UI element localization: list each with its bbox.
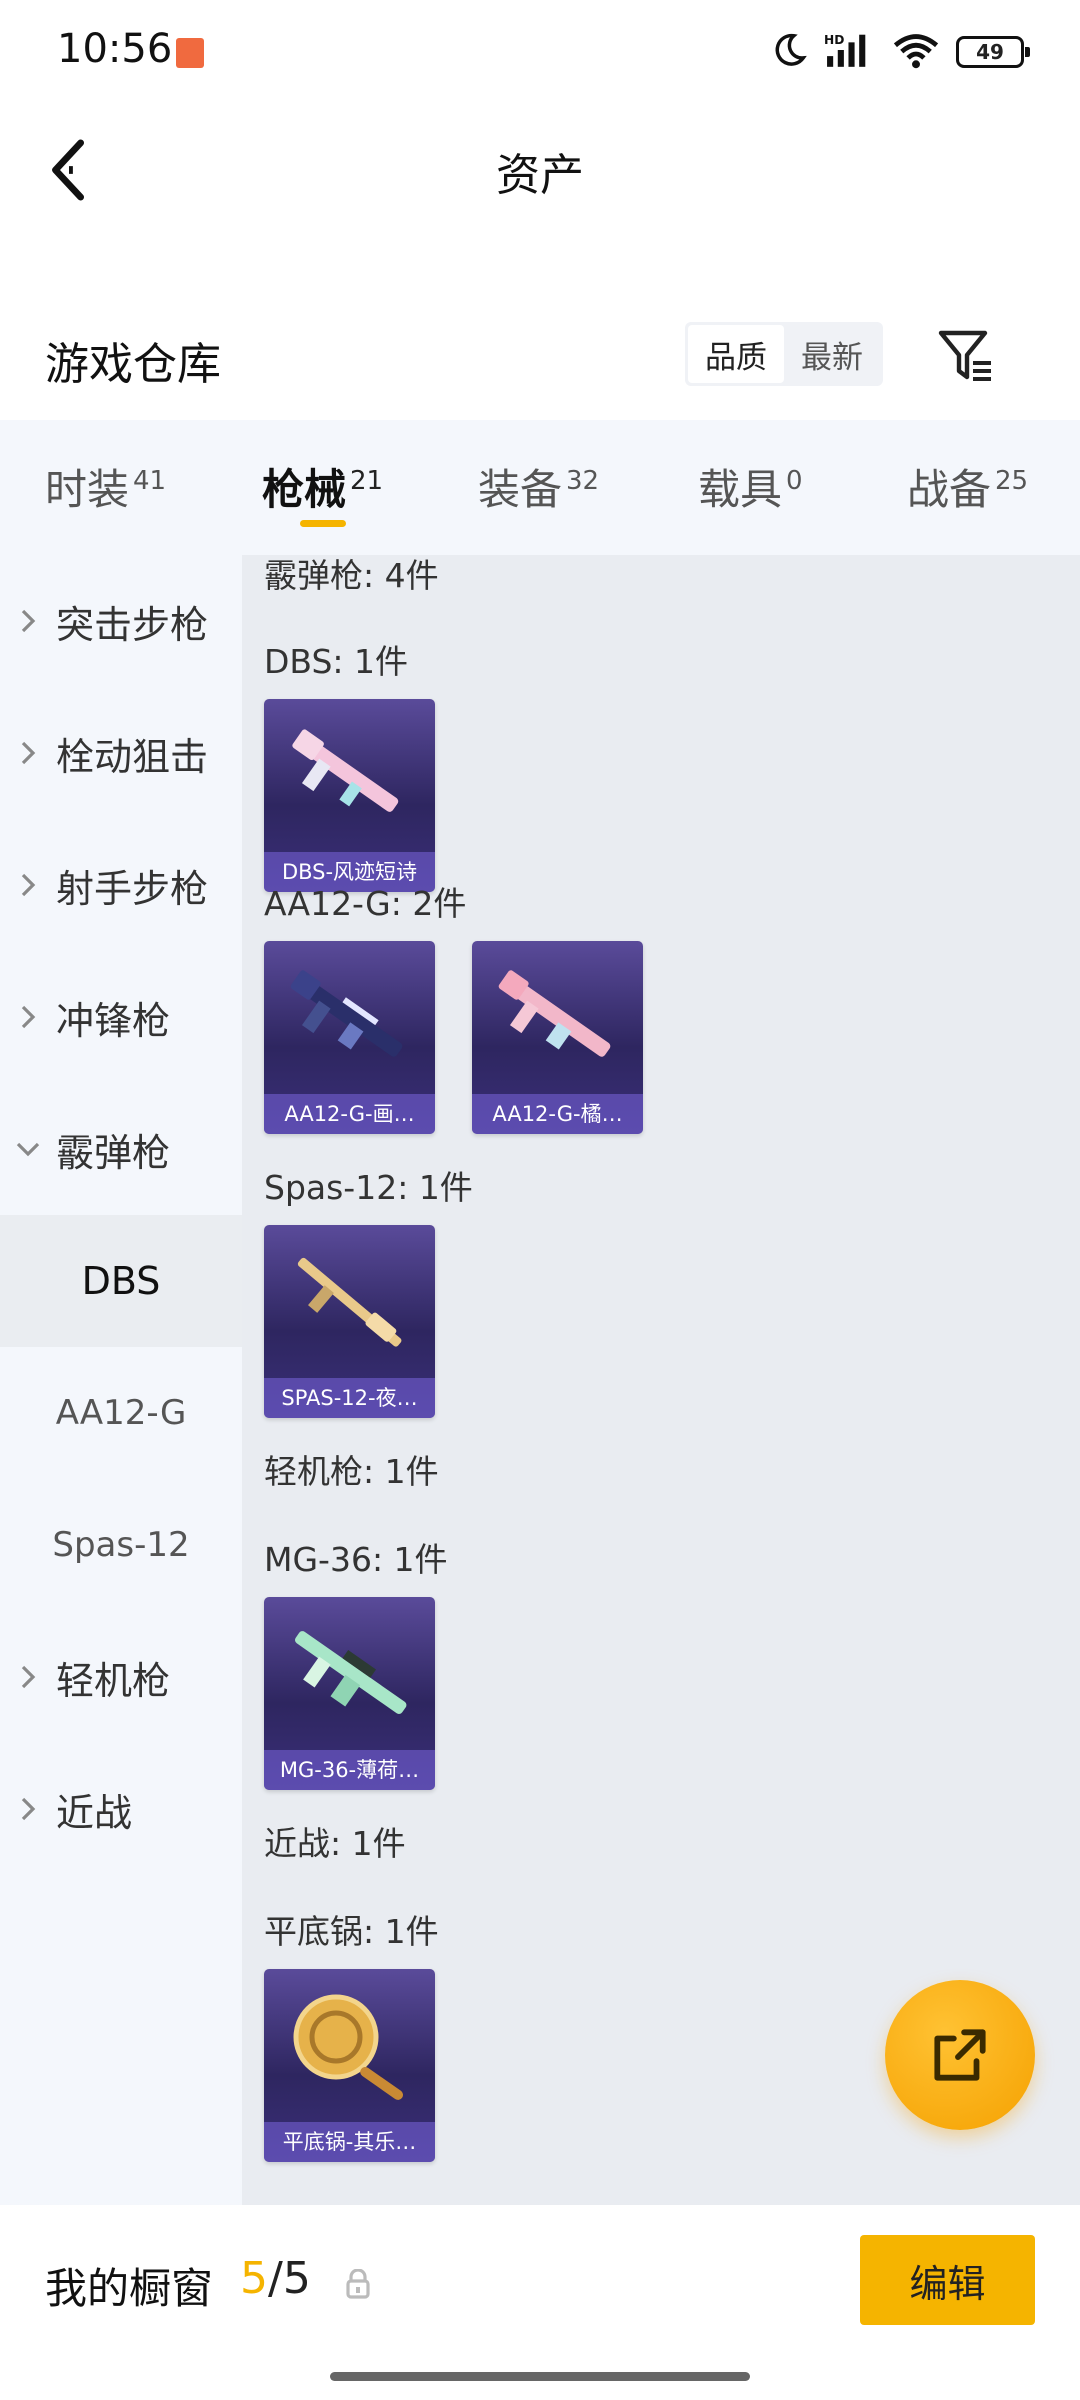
- item-card[interactable]: AA12-G-画…: [264, 941, 435, 1134]
- shotgun-icon: [498, 970, 611, 1057]
- item-grid: 霰弹枪: 4件 DBS: 1件 DBS-风迹短诗 AA12-G: 2件 AA12…: [242, 555, 1080, 2205]
- tab-equipment[interactable]: 装备 32: [478, 456, 599, 517]
- sidebar-item-smg[interactable]: 冲锋枪: [0, 951, 242, 1083]
- group-header-melee: 近战: 1件: [264, 1824, 406, 1863]
- sidebar-item-shotgun[interactable]: 霰弹枪: [0, 1083, 242, 1215]
- sidebar-item-marksman-rifle[interactable]: 射手步枪: [0, 819, 242, 951]
- sidebar-item-label: 冲锋枪: [56, 998, 171, 1043]
- status-icons: HD 49: [770, 30, 1030, 74]
- share-button[interactable]: [885, 1980, 1035, 2130]
- tab-count: 41: [133, 466, 167, 496]
- tab-label: 装备: [478, 465, 563, 514]
- warehouse-title: 游戏仓库: [45, 339, 221, 390]
- item-card[interactable]: AA12-G-橘…: [472, 941, 643, 1134]
- chevron-right-icon: [0, 872, 56, 898]
- sidebar-subitem-dbs[interactable]: DBS: [0, 1215, 242, 1347]
- group-header-lmg: 轻机枪: 1件: [264, 1452, 439, 1491]
- sidebar-item-assault-rifle[interactable]: 突击步枪: [0, 555, 242, 687]
- showcase-count-total: 5: [282, 2253, 311, 2304]
- sidebar-item-label: 霰弹枪: [56, 1130, 171, 1175]
- chevron-right-icon: [0, 740, 56, 766]
- item-card[interactable]: 平底锅-其乐…: [264, 1969, 435, 2162]
- sidebar-item-label: 突击步枪: [56, 602, 209, 647]
- showcase-count-current: 5: [240, 2253, 268, 2304]
- app-header: 资产: [0, 105, 1080, 235]
- status-bar: 10:56 HD 49: [0, 0, 1080, 105]
- sidebar-item-bolt-sniper[interactable]: 栓动狙击: [0, 687, 242, 819]
- tab-label: 枪械: [262, 465, 347, 514]
- machine-gun-icon: [295, 1631, 407, 1714]
- sidebar-item-label: 射手步枪: [56, 866, 209, 911]
- chevron-right-icon: [0, 1004, 56, 1030]
- tab-outfits[interactable]: 时装 41: [45, 456, 166, 517]
- tab-count: 21: [350, 466, 384, 496]
- chevron-down-icon: [0, 1141, 56, 1157]
- page-title: 资产: [496, 150, 584, 201]
- wifi-icon: [892, 31, 940, 73]
- sidebar-item-melee[interactable]: 近战: [0, 1743, 242, 1875]
- active-tab-indicator: [300, 520, 346, 527]
- sidebar-item-label: 栓动狙击: [56, 734, 209, 779]
- frying-pan-icon: [293, 1994, 403, 2100]
- tab-combat-gear[interactable]: 战备 25: [907, 456, 1028, 517]
- showcase-count-separator: /: [268, 2253, 283, 2304]
- filter-icon: [938, 330, 991, 381]
- showcase-bar: 我的橱窗 5/5 编辑: [0, 2205, 1080, 2400]
- item-card[interactable]: SPAS-12-夜…: [264, 1225, 435, 1418]
- tab-vehicles[interactable]: 载具 0: [698, 456, 803, 517]
- lock-icon: [345, 2268, 371, 2303]
- home-indicator[interactable]: [330, 2372, 750, 2381]
- item-card[interactable]: MG-36-薄荷…: [264, 1597, 435, 1790]
- battery-icon: 49: [956, 36, 1030, 68]
- sidebar-item-label: 轻机枪: [56, 1658, 171, 1703]
- item-name: AA12-G-橘…: [472, 1094, 643, 1134]
- weapon-category-sidebar: 突击步枪 栓动狙击 射手步枪 冲锋枪 霰弹枪 DBS AA12-G Spas-1…: [0, 555, 242, 2205]
- shotgun-icon: [290, 970, 403, 1057]
- item-name: 平底锅-其乐…: [264, 2122, 435, 2162]
- filter-button[interactable]: [930, 320, 1000, 390]
- group-header-mg36: MG-36: 1件: [264, 1540, 448, 1579]
- tab-label: 时装: [45, 465, 130, 514]
- tab-count: 0: [786, 466, 803, 496]
- group-header-shotgun: 霰弹枪: 4件: [264, 556, 439, 595]
- cellular-signal-icon: HD: [824, 31, 876, 73]
- group-header-pan: 平底锅: 1件: [264, 1912, 439, 1951]
- chevron-right-icon: [0, 608, 56, 634]
- sidebar-subitem-spas12[interactable]: Spas-12: [0, 1479, 242, 1611]
- sidebar-item-label: 近战: [56, 1790, 133, 1835]
- item-name: SPAS-12-夜…: [264, 1378, 435, 1418]
- shotgun-icon: [297, 1257, 402, 1347]
- showcase-count: 5/5: [240, 2253, 311, 2304]
- sort-newest-button[interactable]: 最新: [784, 325, 880, 383]
- group-header-dbs: DBS: 1件: [264, 642, 409, 681]
- edit-button[interactable]: 编辑: [860, 2235, 1035, 2325]
- shotgun-icon: [292, 729, 399, 812]
- sidebar-subitem-aa12g[interactable]: AA12-G: [0, 1347, 242, 1479]
- sidebar-item-lmg[interactable]: 轻机枪: [0, 1611, 242, 1743]
- chevron-right-icon: [0, 1664, 56, 1690]
- tab-weapons[interactable]: 枪械 21: [262, 456, 383, 517]
- tab-label: 战备: [907, 465, 992, 514]
- group-header-spas12: Spas-12: 1件: [264, 1168, 473, 1207]
- item-card[interactable]: DBS-风迹短诗: [264, 699, 435, 892]
- warehouse-bar: 游戏仓库 品质 最新: [0, 300, 1080, 420]
- group-header-aa12g: AA12-G: 2件: [264, 884, 467, 923]
- item-name: AA12-G-画…: [264, 1094, 435, 1134]
- svg-text:HD: HD: [824, 33, 844, 47]
- tab-count: 32: [566, 466, 600, 496]
- showcase-label: 我的橱窗: [45, 2264, 214, 2313]
- sort-toggle: 品质 最新: [685, 322, 883, 386]
- tab-count: 25: [995, 466, 1029, 496]
- share-icon: [934, 2029, 986, 2081]
- moon-icon: [770, 31, 808, 73]
- notification-icon: [176, 38, 204, 68]
- sort-quality-button[interactable]: 品质: [688, 325, 784, 383]
- chevron-right-icon: [0, 1796, 56, 1822]
- item-name: MG-36-薄荷…: [264, 1750, 435, 1790]
- category-tabs: 时装 41 枪械 21 装备 32 载具 0 战备 25: [0, 420, 1080, 555]
- tab-label: 载具: [698, 465, 783, 514]
- status-time: 10:56: [57, 26, 173, 72]
